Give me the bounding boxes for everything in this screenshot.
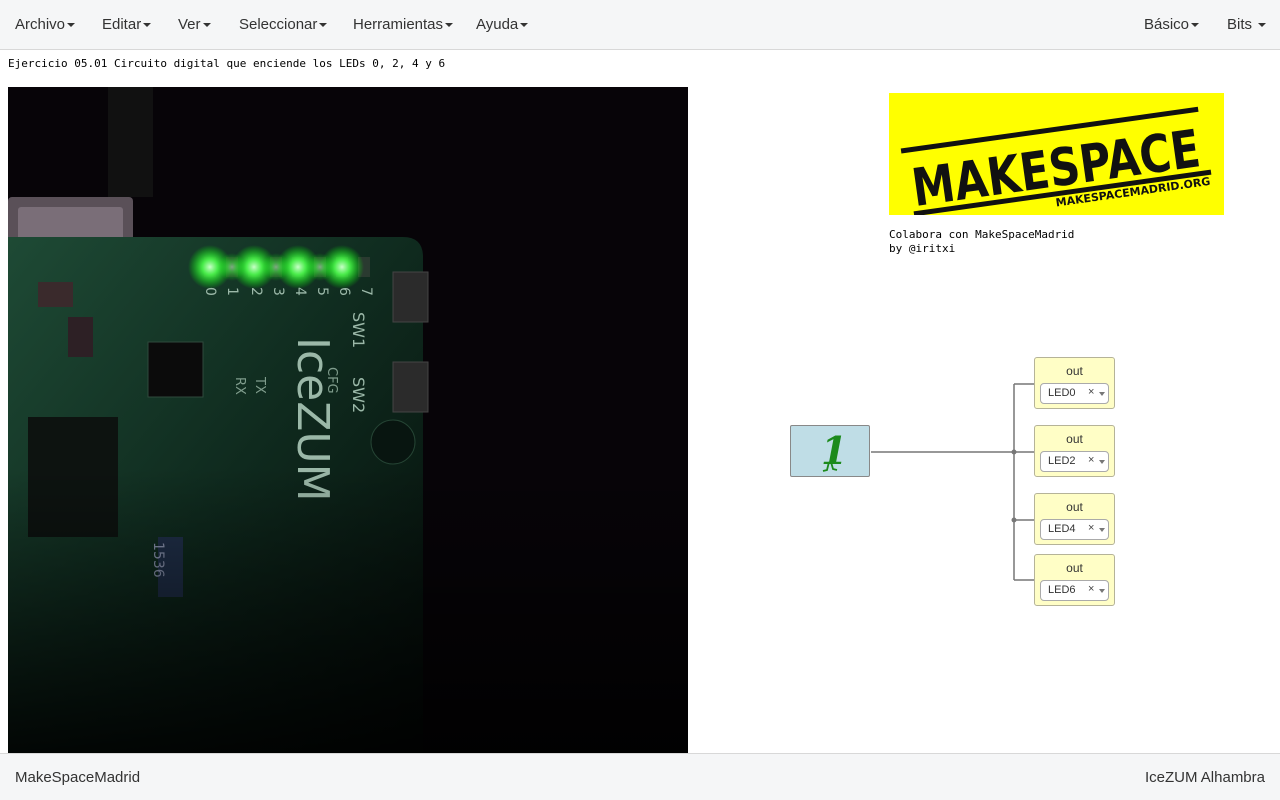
- pin-select-value: LED2: [1048, 455, 1076, 467]
- output-block-title: out: [1066, 561, 1083, 575]
- menu-basico[interactable]: Básico: [1144, 0, 1200, 50]
- menu-archivo[interactable]: Archivo: [15, 0, 76, 50]
- rx-label: RX: [232, 377, 247, 395]
- menu-seleccionar[interactable]: Seleccionar: [239, 0, 328, 50]
- menu-editar[interactable]: Editar: [102, 0, 152, 50]
- led-number-7: 7: [358, 287, 374, 296]
- clear-icon[interactable]: ×: [1088, 386, 1094, 398]
- caret-down-icon: [445, 23, 454, 28]
- output-block-title: out: [1066, 364, 1083, 378]
- cfg-label: CFG: [324, 367, 339, 394]
- makespace-logo[interactable]: MAKESPACE MAKESPACEMADRID.ORG: [889, 93, 1224, 219]
- dropdown-arrow-icon[interactable]: [1099, 589, 1105, 593]
- caret-down-icon: [1191, 23, 1200, 28]
- exercise-description[interactable]: Ejercicio 05.01 Circuito digital que enc…: [8, 57, 445, 70]
- led-number-1: 1: [224, 287, 240, 296]
- footer-board-name: IceZUM Alhambra: [1144, 769, 1265, 786]
- pin-select-value: LED0: [1048, 387, 1076, 399]
- board-photo[interactable]: IceZUM SW1 SW2 CFG TX RX 1536 0 1 2 3 4 …: [8, 87, 688, 753]
- menubar: Archivo Editar Ver Seleccionar Herramien…: [0, 0, 1280, 50]
- caret-down-icon: [1258, 23, 1267, 28]
- menu-editar-label: Editar: [102, 16, 142, 33]
- switch-label-2: SW2: [349, 377, 368, 413]
- credits-text[interactable]: Colabora con MakeSpaceMadrid by @iritxi: [889, 228, 1074, 256]
- menu-herramientas-label: Herramientas: [353, 16, 444, 33]
- menu-herramientas[interactable]: Herramientas: [353, 0, 454, 50]
- menu-bits[interactable]: Bits: [1227, 0, 1267, 50]
- constant-block[interactable]: 1: [790, 425, 870, 477]
- clear-icon[interactable]: ×: [1088, 583, 1094, 595]
- caret-down-icon: [67, 23, 76, 28]
- caret-down-icon: [143, 23, 152, 28]
- dropdown-arrow-icon[interactable]: [1099, 528, 1105, 532]
- credits-line-1: Colabora con MakeSpaceMadrid: [889, 228, 1075, 241]
- menu-ver-label: Ver: [178, 16, 201, 33]
- menu-bits-label: Bits: [1227, 16, 1253, 33]
- menu-archivo-label: Archivo: [15, 16, 66, 33]
- switch-label-1: SW1: [349, 312, 368, 348]
- output-block-led2[interactable]: out LED2 ×: [1034, 425, 1115, 477]
- tx-label: TX: [252, 376, 267, 394]
- led-number-3: 3: [270, 287, 286, 296]
- led-number-5: 5: [314, 287, 330, 296]
- pin-select-led4[interactable]: LED4 ×: [1040, 519, 1109, 540]
- pin-select-value: LED4: [1048, 523, 1076, 535]
- menu-ayuda-label: Ayuda: [476, 16, 519, 33]
- board-photo-svg: IceZUM SW1 SW2 CFG TX RX 1536 0 1 2 3 4 …: [8, 87, 688, 753]
- output-block-title: out: [1066, 500, 1083, 514]
- dropdown-arrow-icon[interactable]: [1099, 460, 1105, 464]
- output-block-title: out: [1066, 432, 1083, 446]
- pin-select-led2[interactable]: LED2 ×: [1040, 451, 1109, 472]
- clear-icon[interactable]: ×: [1088, 522, 1094, 534]
- dropdown-arrow-icon[interactable]: [1099, 392, 1105, 396]
- clear-icon[interactable]: ×: [1088, 454, 1094, 466]
- caret-down-icon: [520, 23, 529, 28]
- output-block-led0[interactable]: out LED0 ×: [1034, 357, 1115, 409]
- caret-down-icon: [202, 23, 211, 28]
- makespace-logo-svg: MAKESPACE MAKESPACEMADRID.ORG: [889, 93, 1224, 219]
- footer: MakeSpaceMadrid IceZUM Alhambra: [0, 753, 1280, 800]
- constant-value: 1: [821, 428, 847, 473]
- menu-ver[interactable]: Ver: [178, 0, 211, 50]
- pin-select-led6[interactable]: LED6 ×: [1040, 580, 1109, 601]
- credits-line-2: by @iritxi: [889, 242, 956, 255]
- menu-ayuda[interactable]: Ayuda: [476, 0, 529, 50]
- pin-select-value: LED6: [1048, 584, 1076, 596]
- output-block-led4[interactable]: out LED4 ×: [1034, 493, 1115, 545]
- pin-select-led0[interactable]: LED0 ×: [1040, 383, 1109, 404]
- menu-basico-label: Básico: [1144, 16, 1190, 33]
- constant-glyph: 1: [821, 428, 847, 473]
- menu-seleccionar-label: Seleccionar: [239, 16, 318, 33]
- output-block-led6[interactable]: out LED6 ×: [1034, 554, 1115, 606]
- footer-collection-name: MakeSpaceMadrid: [15, 769, 141, 786]
- caret-down-icon: [319, 23, 328, 28]
